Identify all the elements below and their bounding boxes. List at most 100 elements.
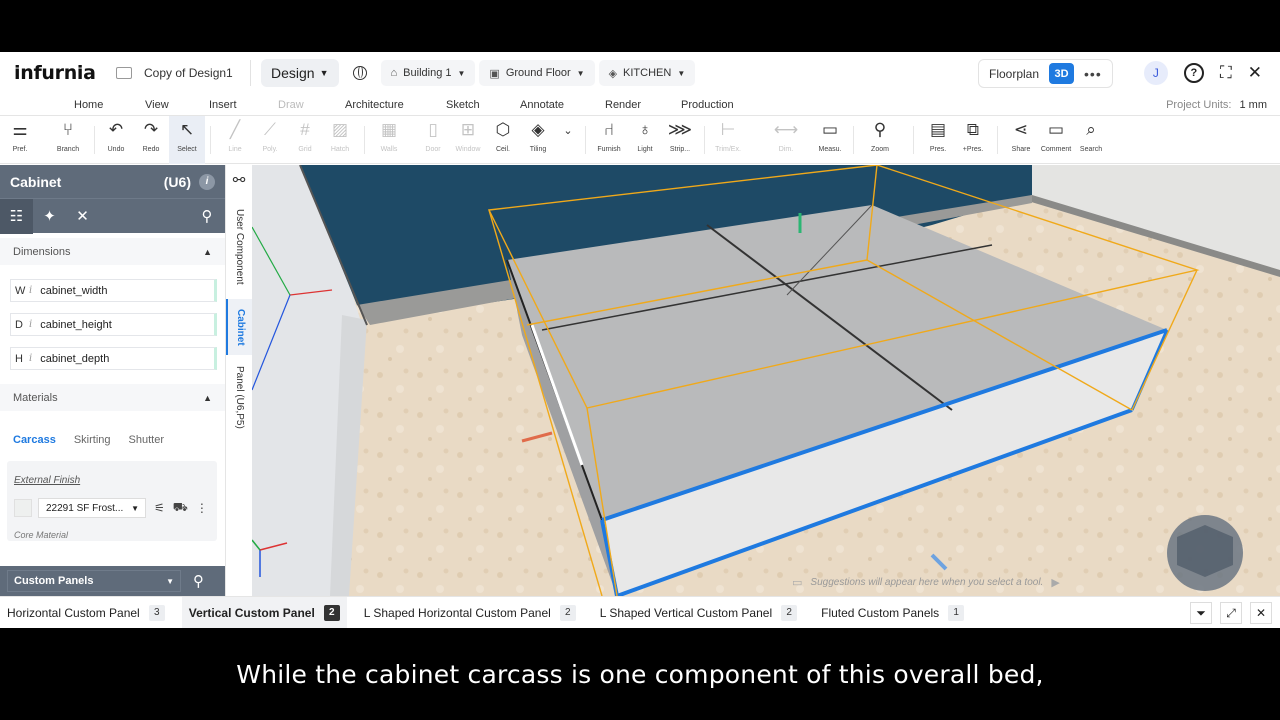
door-icon: ▯ xyxy=(428,120,438,139)
ceiling-button[interactable]: ⬡ Ceil. xyxy=(485,116,521,164)
more-icon[interactable]: ••• xyxy=(1084,66,1102,82)
tool-label: Walls xyxy=(380,146,398,153)
dimension-button[interactable]: ⟷ Dim. xyxy=(768,116,804,164)
walls-button[interactable]: ▦ Walls xyxy=(371,116,407,164)
divider xyxy=(853,126,854,154)
close-icon[interactable]: ✕ xyxy=(1250,602,1272,624)
undo-button[interactable]: ↶ Undo xyxy=(98,116,134,164)
hatch-button[interactable]: ▨ Hatch xyxy=(322,116,358,164)
app-logo[interactable]: infurnia xyxy=(14,62,110,84)
dimension-key: W xyxy=(15,284,26,297)
share-button[interactable]: ⋖ Share xyxy=(1003,116,1039,164)
tab-cabinet[interactable]: Cabinet xyxy=(226,299,253,355)
custom-panels-select[interactable]: Custom Panels ▼ xyxy=(7,570,181,592)
magic-wand-icon[interactable]: ✦ xyxy=(33,199,66,234)
tab-panel[interactable]: Panel (U6,P5) xyxy=(226,357,253,437)
3d-viewport[interactable]: ▭ Suggestions will appear here when you … xyxy=(252,165,1280,596)
expand-icon[interactable]: ⤢ xyxy=(1220,602,1242,624)
tab-user-component[interactable]: User Component xyxy=(226,197,253,297)
room-dropdown[interactable]: ◈ KITCHEN ▼ xyxy=(598,60,696,86)
tab-sketch[interactable]: Sketch xyxy=(446,94,480,116)
floorplan-button[interactable]: Floorplan xyxy=(989,67,1039,81)
avatar[interactable]: J xyxy=(1143,61,1168,85)
tab-architecture[interactable]: Architecture xyxy=(345,94,404,116)
tab-view[interactable]: View xyxy=(145,94,169,116)
tab-carcass[interactable]: Carcass xyxy=(13,434,56,446)
external-finish-select[interactable]: 22291 SF Frost... ▼ xyxy=(38,498,146,518)
caret-down-icon: ▼ xyxy=(166,576,174,586)
tab-vertical-custom-panel[interactable]: Vertical Custom Panel 2 xyxy=(181,596,347,628)
tab-insert[interactable]: Insert xyxy=(209,94,237,116)
zoom-button[interactable]: ⚲ Zoom xyxy=(862,116,898,164)
strip-button[interactable]: ⋙ Strip... xyxy=(662,116,698,164)
presentation-button[interactable]: ▤ Pres. xyxy=(920,116,956,164)
polyline-button[interactable]: ⟋ Poly. xyxy=(252,116,288,164)
more-tools-dropdown[interactable]: ⌄ xyxy=(553,116,583,164)
dimensions-section-header[interactable]: Dimensions ▲ xyxy=(0,238,225,265)
eyedropper-icon[interactable]: ⚟ xyxy=(154,501,165,515)
3d-button[interactable]: 3D xyxy=(1049,63,1075,84)
document-title[interactable]: Copy of Design1 xyxy=(144,66,240,80)
mode-dropdown[interactable]: Design ▼ xyxy=(261,59,339,87)
tab-draw[interactable]: Draw xyxy=(278,94,304,116)
finish-row: 22291 SF Frost... ▼ ⚟ ⛟ ⋮ xyxy=(14,498,210,518)
tools-icon[interactable]: ✕ xyxy=(66,199,99,234)
floor-dropdown[interactable]: ▣ Ground Floor ▼ xyxy=(479,60,595,86)
close-icon[interactable]: ✕ xyxy=(1248,63,1262,83)
tiling-button[interactable]: ◈ Tiling xyxy=(520,116,556,164)
tab-render[interactable]: Render xyxy=(605,94,641,116)
hierarchy-icon[interactable]: ⚯ xyxy=(226,165,252,195)
apply-material-icon[interactable]: ⛟ xyxy=(173,500,188,516)
building-dropdown[interactable]: ⌂ Building 1 ▼ xyxy=(380,60,476,86)
project-units-value[interactable]: 1 mm xyxy=(1240,99,1268,111)
core-material-label[interactable]: Core Material xyxy=(14,530,210,540)
globe-icon[interactable] xyxy=(352,66,367,80)
tab-l-shaped-vertical-custom-panel[interactable]: L Shaped Vertical Custom Panel 2 xyxy=(593,597,804,629)
grid-button[interactable]: # Grid xyxy=(287,116,323,164)
window-button[interactable]: ⊞ Window xyxy=(450,116,486,164)
materials-section-header[interactable]: Materials ▲ xyxy=(0,384,225,411)
redo-icon: ↷ xyxy=(143,120,159,139)
info-icon[interactable]: i xyxy=(199,173,215,190)
depth-field[interactable]: D i cabinet_height xyxy=(10,313,217,336)
redo-button[interactable]: ↷ Redo xyxy=(133,116,169,164)
tab-annotate[interactable]: Annotate xyxy=(520,94,564,116)
select-button[interactable]: ↖ Select xyxy=(169,116,205,164)
add-presentation-button[interactable]: ⧉ +Pres. xyxy=(955,116,991,164)
video-letterbox-top xyxy=(0,0,1280,52)
light-button[interactable]: ♁ Light xyxy=(627,116,663,164)
line-button[interactable]: ╱ Line xyxy=(217,116,253,164)
branch-button[interactable]: ⑂ Branch xyxy=(50,116,86,164)
door-button[interactable]: ▯ Door xyxy=(415,116,451,164)
play-icon[interactable]: ▶ xyxy=(1051,576,1059,589)
search-icon[interactable]: ⚲ xyxy=(193,572,204,590)
folder-icon[interactable] xyxy=(116,67,132,79)
tab-skirting[interactable]: Skirting xyxy=(74,434,111,446)
external-finish-label[interactable]: External Finish xyxy=(14,475,210,486)
trim-button[interactable]: ⊢ Trim/Ex. xyxy=(710,116,746,164)
measure-button[interactable]: ▭ Measu. xyxy=(812,116,848,164)
pref-button[interactable]: ⚌ Pref. xyxy=(2,116,38,164)
tab-home[interactable]: Home xyxy=(74,94,103,116)
tab-fluted-custom-panels[interactable]: Fluted Custom Panels 1 xyxy=(814,597,971,629)
search-icon[interactable]: ⚲ xyxy=(189,199,225,234)
3d-scene[interactable] xyxy=(252,165,1280,596)
tab-l-shaped-horizontal-custom-panel[interactable]: L Shaped Horizontal Custom Panel 2 xyxy=(357,597,583,629)
filter-icon[interactable]: ⏷ xyxy=(1190,602,1212,624)
info-icon: i xyxy=(29,285,33,296)
furnish-button[interactable]: ⑁ Furnish xyxy=(591,116,627,164)
kebab-menu-icon[interactable]: ⋮ xyxy=(196,501,208,515)
polyline-icon: ⟋ xyxy=(264,120,276,139)
tab-shutter[interactable]: Shutter xyxy=(129,434,164,446)
tool-label: Window xyxy=(455,146,481,153)
tab-horizontal-custom-panel[interactable]: Horizontal Custom Panel 3 xyxy=(0,597,172,629)
tab-production[interactable]: Production xyxy=(681,94,734,116)
help-icon[interactable]: ? xyxy=(1183,63,1204,83)
properties-tab-icon[interactable]: ☷ xyxy=(0,198,33,234)
height-field[interactable]: H i cabinet_depth xyxy=(10,347,217,370)
search-tool-button[interactable]: ⌕ Search xyxy=(1073,116,1109,164)
comment-button[interactable]: ▭ Comment xyxy=(1038,116,1074,164)
fullscreen-icon[interactable]: ⛶ xyxy=(1220,63,1232,83)
width-field[interactable]: W i cabinet_width xyxy=(10,279,217,302)
